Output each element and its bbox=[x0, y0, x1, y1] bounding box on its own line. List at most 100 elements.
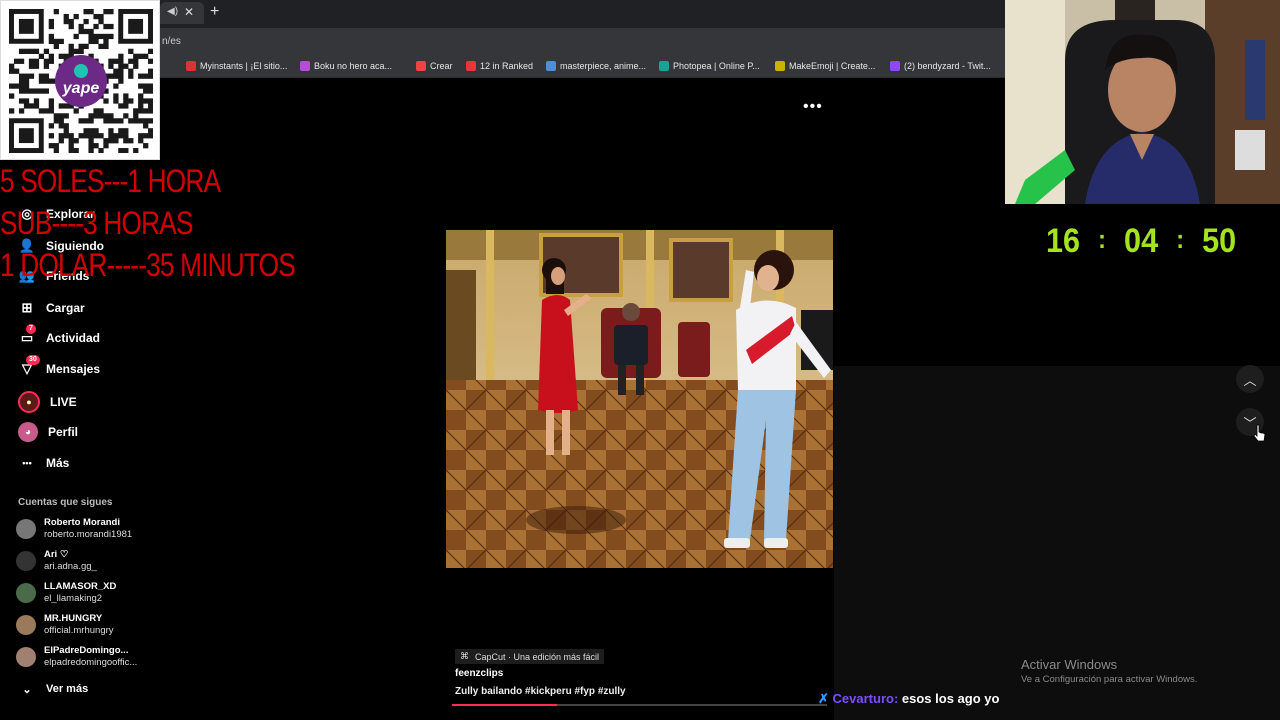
address-text: n/es bbox=[162, 36, 181, 47]
webcam-feed bbox=[1005, 0, 1280, 204]
bookmark-favicon-icon bbox=[300, 61, 310, 71]
bookmark-label: Photopea | Online P... bbox=[673, 61, 760, 71]
avatar bbox=[16, 583, 36, 603]
promo-line-1: 5 SOLES---1 HORA bbox=[0, 163, 221, 199]
chat-message: ✗ Cevarturo: esos los ago yo bbox=[818, 691, 999, 707]
bookmark-item[interactable]: 12 in Ranked bbox=[466, 61, 533, 71]
more-icon: ••• bbox=[22, 458, 32, 468]
account-name: LLAMASOR_XD bbox=[44, 581, 117, 592]
see-more-button[interactable]: ⌄ Ver más bbox=[18, 680, 88, 698]
video-progress-fill bbox=[452, 704, 557, 706]
sword-icon: ✗ bbox=[818, 691, 829, 706]
account-name: ElPadreDomingo... bbox=[44, 645, 129, 656]
video-frame-image bbox=[446, 230, 833, 568]
webcam-image bbox=[1005, 0, 1280, 204]
upload-icon: ⊞ bbox=[21, 300, 33, 315]
avatar bbox=[16, 615, 36, 635]
chevron-down-icon: ⌄ bbox=[22, 683, 32, 696]
following-account[interactable]: MR.HUNGRY official.mrhungry bbox=[16, 613, 114, 637]
yape-logo-text: yape bbox=[62, 80, 100, 97]
bookmark-item[interactable]: masterpiece, anime... bbox=[546, 61, 646, 71]
close-tab-icon[interactable]: ✕ bbox=[184, 5, 194, 19]
video-progress-bar[interactable] bbox=[452, 704, 827, 706]
stream-timer: 16 : 04 : 50 bbox=[1046, 222, 1236, 261]
account-name: Roberto Morandi bbox=[44, 517, 120, 528]
sidebar-item-label: LIVE bbox=[50, 395, 77, 409]
bookmark-item[interactable]: Boku no hero aca... bbox=[300, 61, 392, 71]
account-text: MR.HUNGRY official.mrhungry bbox=[44, 613, 114, 637]
video-author[interactable]: feenzclips bbox=[455, 668, 503, 679]
account-username: roberto.morandi1981 bbox=[44, 529, 133, 540]
capcut-icon: ⌘ bbox=[460, 651, 469, 661]
timer-hours: 16 bbox=[1046, 222, 1081, 260]
bookmark-label: MakeEmoji | Create... bbox=[789, 61, 876, 71]
see-more-label: Ver más bbox=[46, 683, 89, 695]
bookmark-label: Crear bbox=[430, 61, 453, 71]
account-username: elpadredomingooffic... bbox=[44, 657, 138, 668]
sidebar-item-label: Mensajes bbox=[46, 362, 101, 376]
timer-separator-1: : bbox=[1098, 224, 1106, 254]
bookmark-item[interactable]: Crear bbox=[416, 61, 453, 71]
sidebar-item-perfil[interactable]: ◕ Perfil bbox=[18, 422, 78, 442]
timer-seconds: 50 bbox=[1202, 222, 1237, 260]
new-tab-icon[interactable]: + bbox=[210, 3, 219, 21]
bookmark-favicon-icon bbox=[416, 61, 426, 71]
bookmark-favicon-icon bbox=[546, 61, 556, 71]
bookmark-label: (2) bendyzard - Twit... bbox=[904, 61, 991, 71]
notification-badge: 30 bbox=[26, 355, 40, 365]
sidebar-item-mensajes[interactable]: ▽ 30 Mensajes bbox=[18, 355, 101, 378]
account-username: official.mrhungry bbox=[44, 625, 114, 636]
bookmark-favicon-icon bbox=[466, 61, 476, 71]
windows-activation-title: Activar Windows bbox=[1021, 657, 1118, 672]
bookmark-item[interactable]: Myinstants | ¡El sitio... bbox=[186, 61, 287, 71]
bookmark-label: 12 in Ranked bbox=[480, 61, 534, 71]
profile-icon: ◕ bbox=[18, 422, 38, 442]
timer-minutes: 04 bbox=[1124, 222, 1159, 260]
following-account[interactable]: Ari ♡ ari.adna.gg_ bbox=[16, 549, 97, 573]
notification-badge: 7 bbox=[26, 324, 36, 334]
sidebar-item-actividad[interactable]: ▭ 7 Actividad bbox=[18, 324, 101, 347]
bookmark-item[interactable]: (2) bendyzard - Twit... bbox=[890, 61, 991, 71]
send-icon: ▽ 30 bbox=[18, 355, 40, 378]
bookmark-favicon-icon bbox=[775, 61, 785, 71]
following-account[interactable]: LLAMASOR_XD el_llamaking2 bbox=[16, 581, 116, 605]
bookmark-favicon-icon bbox=[186, 61, 196, 71]
activity-icon: ▭ 7 bbox=[18, 324, 36, 347]
account-text: LLAMASOR_XD el_llamaking2 bbox=[44, 581, 116, 605]
bookmark-item[interactable]: Photopea | Online P... bbox=[659, 61, 760, 71]
sidebar-item-label: Perfil bbox=[48, 425, 79, 439]
chevron-up-icon: ︿ bbox=[1243, 372, 1257, 388]
following-account[interactable]: Roberto Morandi roberto.morandi1981 bbox=[16, 517, 132, 541]
sidebar-item-label: Cargar bbox=[46, 301, 85, 315]
chat-text: esos los ago yo bbox=[901, 691, 1000, 706]
avatar bbox=[16, 647, 36, 667]
bookmark-label: Boku no hero aca... bbox=[314, 61, 393, 71]
following-title: Cuentas que sigues bbox=[18, 497, 113, 508]
account-text: ElPadreDomingo... elpadredomingooffic... bbox=[44, 645, 137, 669]
bookmark-label: Myinstants | ¡El sitio... bbox=[200, 61, 288, 71]
bookmark-item[interactable]: MakeEmoji | Create... bbox=[775, 61, 875, 71]
timer-separator-2: : bbox=[1176, 224, 1185, 254]
chat-username: Cevarturo: bbox=[832, 691, 899, 706]
sidebar-item-cargar[interactable]: ⊞ Cargar bbox=[18, 299, 85, 317]
account-text: Roberto Morandi roberto.morandi1981 bbox=[44, 517, 132, 541]
more-options-icon[interactable]: ••• bbox=[803, 98, 823, 116]
bookmark-favicon-icon bbox=[890, 61, 900, 71]
account-text: Ari ♡ ari.adna.gg_ bbox=[44, 549, 97, 573]
speaker-icon[interactable]: ◀) bbox=[167, 6, 178, 17]
video-description: Zully bailando #kickperu #fyp #zully bbox=[455, 686, 626, 697]
previous-video-button[interactable]: ︿ bbox=[1236, 365, 1264, 393]
sidebar-item-label: Actividad bbox=[46, 331, 101, 345]
capcut-tag[interactable]: ⌘ CapCut · Una edición más fácil bbox=[455, 649, 605, 664]
bookmark-label: masterpiece, anime... bbox=[560, 61, 647, 71]
sidebar-item-live[interactable]: ● LIVE bbox=[18, 391, 77, 413]
qr-code-image: yape bbox=[9, 9, 153, 153]
promo-line-2: SUB----3 HORAS bbox=[0, 205, 193, 241]
avatar bbox=[16, 519, 36, 539]
following-account[interactable]: ElPadreDomingo... elpadredomingooffic... bbox=[16, 645, 137, 669]
windows-activation-subtitle: Ve a Configuración para activar Windows. bbox=[1021, 674, 1198, 685]
account-name: Ari ♡ bbox=[44, 549, 69, 560]
sidebar-item-ms[interactable]: ••• Más bbox=[18, 454, 69, 472]
video-player[interactable] bbox=[446, 230, 833, 568]
yape-qr-code: yape bbox=[0, 0, 160, 160]
